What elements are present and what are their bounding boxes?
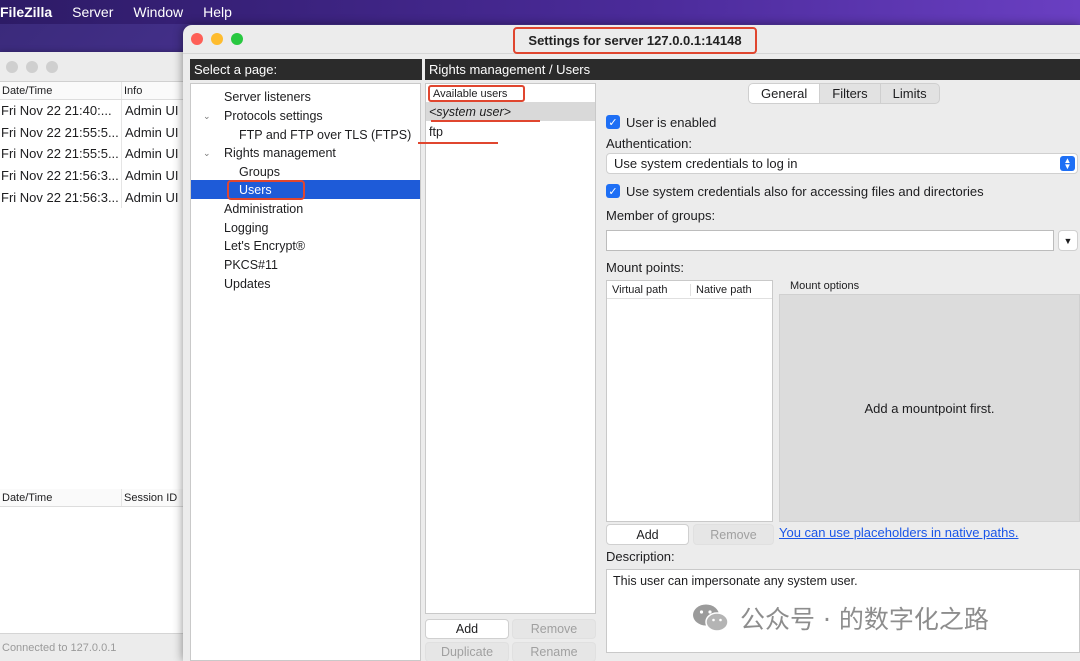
virtual-path-header[interactable]: Virtual path (607, 283, 691, 296)
session-header-id[interactable]: Session ID (122, 492, 190, 504)
content-header: Rights management / Users (425, 59, 1080, 80)
log-table-header: Date/Time Info (0, 82, 190, 100)
watermark-text: 公众号 · 的数字化之路 (740, 605, 989, 634)
log-info: Admin UI (125, 103, 179, 119)
mount-options-box: Add a mountpoint first. (779, 294, 1080, 522)
tab-filters[interactable]: Filters (820, 84, 881, 103)
list-item-ftp[interactable]: ftp (429, 125, 443, 139)
select-page-header: Select a page: (190, 59, 422, 80)
zoom-icon[interactable] (46, 60, 58, 73)
menu-app-filezilla[interactable]: FileZilla (0, 4, 52, 20)
menu-help[interactable]: Help (203, 4, 232, 20)
mount-points-header: Virtual path Native path (607, 281, 772, 299)
authentication-select[interactable]: Use system credentials to log in ▲ ▼ (606, 153, 1078, 174)
main-window-titlebar (0, 52, 190, 82)
settings-titlebar: Settings for server 127.0.0.1:14148 (183, 25, 1080, 54)
user-enabled-label: User is enabled (626, 115, 717, 130)
table-row[interactable]: Fri Nov 22 21:56:3... Admin UI (0, 164, 190, 187)
menu-bar: FileZilla Server Window Help (0, 0, 1080, 24)
tree-item-ftp-ftps[interactable]: FTP and FTP over TLS (FTPS) (239, 128, 411, 142)
tree-item-lets-encrypt[interactable]: Let's Encrypt® (224, 239, 305, 253)
log-info: Admin UI (125, 124, 179, 140)
description-label: Description: (606, 549, 675, 564)
chevron-down-icon[interactable]: ⌄ (203, 148, 211, 159)
log-time: Fri Nov 22 21:55:5... (0, 143, 122, 165)
log-info: Admin UI (125, 146, 179, 162)
zoom-icon[interactable] (231, 33, 243, 45)
page-tree: Server listeners ⌄ Protocols settings FT… (190, 83, 421, 661)
remove-mountpoint-button[interactable]: Remove (693, 524, 774, 545)
list-item-system-user[interactable]: <system user> (426, 102, 595, 121)
native-path-header[interactable]: Native path (691, 284, 752, 296)
minimize-icon[interactable] (211, 33, 223, 45)
log-info: Admin UI (125, 168, 179, 184)
user-enabled-checkbox[interactable]: ✓ (606, 115, 620, 129)
minimize-icon[interactable] (26, 60, 38, 73)
menu-server[interactable]: Server (72, 4, 113, 20)
log-info: Admin UI (125, 189, 179, 205)
settings-window: Settings for server 127.0.0.1:14148 Sele… (183, 25, 1080, 661)
tree-item-pkcs11[interactable]: PKCS#11 (224, 258, 278, 272)
remove-user-button[interactable]: Remove (512, 619, 596, 639)
annotation-underline (431, 120, 540, 122)
session-header-datetime[interactable]: Date/Time (0, 489, 122, 506)
authentication-label: Authentication: (606, 136, 693, 151)
chevron-updown-icon: ▲ ▼ (1060, 156, 1075, 171)
tree-item-groups[interactable]: Groups (239, 165, 280, 179)
window-title: Settings for server 127.0.0.1:14148 (513, 27, 757, 54)
add-user-button[interactable]: Add (425, 619, 509, 639)
log-time: Fri Nov 22 21:56:3... (0, 186, 122, 208)
tree-item-protocols-settings[interactable]: Protocols settings (224, 109, 323, 123)
placeholders-link[interactable]: You can use placeholders in native paths… (779, 525, 1018, 540)
use-system-credentials-checkbox[interactable]: ✓ (606, 184, 620, 198)
session-table-header: Date/Time Session ID (0, 489, 190, 507)
member-of-groups-label: Member of groups: (606, 208, 716, 223)
tree-item-users[interactable]: Users (227, 180, 305, 200)
log-header-datetime[interactable]: Date/Time (0, 82, 122, 99)
tree-item-logging[interactable]: Logging (224, 221, 269, 235)
log-time: Fri Nov 22 21:40:... (0, 100, 122, 122)
tree-selection-highlight (191, 180, 420, 199)
tree-item-administration[interactable]: Administration (224, 202, 303, 216)
tree-item-updates[interactable]: Updates (224, 277, 271, 291)
mount-options-label: Mount options (790, 280, 860, 292)
table-row[interactable]: Fri Nov 22 21:55:5... Admin UI (0, 121, 190, 144)
user-settings-tabs: General Filters Limits (748, 83, 940, 104)
groups-dropdown-button[interactable]: ▼ (1058, 230, 1078, 251)
log-time: Fri Nov 22 21:55:5... (0, 121, 122, 144)
table-row[interactable]: Fri Nov 22 21:55:5... Admin UI (0, 143, 190, 165)
close-icon[interactable] (191, 33, 203, 45)
duplicate-user-button[interactable]: Duplicate (425, 642, 509, 661)
status-bar: Connected to 127.0.0.1 (0, 633, 190, 661)
use-system-credentials-label: Use system credentials also for accessin… (626, 184, 984, 199)
user-list: Available users <system user> ftp (418, 83, 596, 614)
table-row[interactable]: Fri Nov 22 21:56:3... Admin UI (0, 186, 190, 208)
authentication-value: Use system credentials to log in (614, 156, 798, 171)
log-time: Fri Nov 22 21:56:3... (0, 164, 122, 187)
tree-item-server-listeners[interactable]: Server listeners (224, 90, 311, 104)
add-mountpoint-button[interactable]: Add (606, 524, 689, 545)
close-icon[interactable] (6, 60, 18, 73)
chevron-down-icon: ▼ (1063, 235, 1073, 246)
log-header-info[interactable]: Info (122, 85, 190, 97)
mount-points-table[interactable]: Virtual path Native path (606, 280, 773, 522)
menu-window[interactable]: Window (133, 4, 183, 20)
chevron-down-icon[interactable]: ⌄ (203, 111, 211, 122)
groups-input[interactable] (606, 230, 1054, 251)
mount-empty-message: Add a mountpoint first. (864, 400, 995, 416)
tree-item-rights-management[interactable]: Rights management (224, 146, 336, 160)
wechat-icon (692, 603, 730, 633)
main-window: Date/Time Info Fri Nov 22 21:40:... Admi… (0, 52, 190, 661)
tab-general[interactable]: General (749, 84, 821, 103)
table-row[interactable]: Fri Nov 22 21:40:... Admin UI (0, 100, 190, 122)
mount-options-panel: Mount options Add a mountpoint first. (779, 280, 1080, 522)
log-table: Date/Time Info Fri Nov 22 21:40:... Admi… (0, 82, 190, 208)
watermark: 公众号 · 的数字化之路 (692, 600, 989, 636)
rename-user-button[interactable]: Rename (512, 642, 596, 661)
available-users-header: Available users (428, 85, 525, 102)
mount-points-label: Mount points: (606, 260, 685, 275)
annotation-underline (418, 142, 498, 144)
tab-limits[interactable]: Limits (881, 84, 939, 103)
user-settings-pane: General Filters Limits ✓ User is enabled… (597, 83, 1080, 661)
